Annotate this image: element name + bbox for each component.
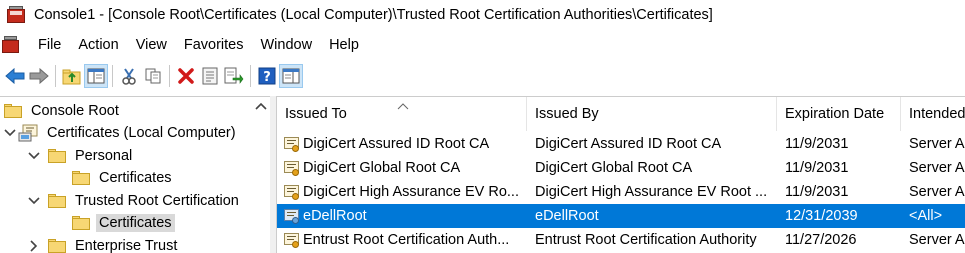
list-header: Issued To Issued By Expiration Date Inte… — [277, 97, 965, 131]
console-tree[interactable]: Console Root Certificates (Local Compute… — [0, 96, 270, 253]
column-expiration-date[interactable]: Expiration Date — [777, 97, 901, 131]
tree-item-label: Trusted Root Certification — [75, 193, 239, 209]
cell-expiration: 11/9/2031 — [785, 184, 849, 200]
cell-issued-by: eDellRoot — [535, 208, 599, 224]
column-label: Intended Purposes — [909, 106, 965, 122]
forward-arrow-icon[interactable] — [27, 64, 51, 88]
toolbar: ? — [0, 61, 965, 91]
certificate-icon — [283, 232, 301, 248]
menu-action[interactable]: Action — [70, 37, 127, 53]
chevron-right-icon[interactable] — [26, 238, 42, 253]
cell-purpose: <All> — [909, 208, 943, 224]
table-row[interactable]: DigiCert Global Root CA DigiCert Global … — [277, 156, 965, 180]
tree-item-trusted-root-certificates[interactable]: Certificates — [72, 212, 175, 234]
toolbar-separator — [112, 65, 113, 87]
certificate-list[interactable]: Issued To Issued By Expiration Date Inte… — [276, 96, 965, 253]
tree-item-personal[interactable]: Personal — [26, 145, 135, 167]
cell-purpose: Server Authentication — [909, 160, 965, 176]
column-intended-purposes[interactable]: Intended Purposes — [901, 97, 965, 131]
certificate-icon — [283, 208, 301, 224]
svg-text:?: ? — [263, 70, 271, 85]
cell-issued-to: DigiCert Global Root CA — [303, 160, 461, 176]
folder-icon — [4, 104, 22, 118]
tree-item-label: Personal — [75, 148, 133, 164]
table-row[interactable]: DigiCert Assured ID Root CA DigiCert Ass… — [277, 132, 965, 156]
folder-icon — [48, 239, 66, 253]
certificate-store-icon — [18, 124, 40, 142]
cell-issued-by: DigiCert Global Root CA — [535, 160, 693, 176]
back-arrow-icon[interactable] — [3, 64, 27, 88]
cell-expiration: 11/9/2031 — [785, 136, 849, 152]
cell-issued-to: DigiCert Assured ID Root CA — [303, 136, 490, 152]
export-list-icon[interactable] — [222, 64, 246, 88]
column-issued-to[interactable]: Issued To — [277, 97, 527, 131]
cell-purpose: Server Authentication — [909, 136, 965, 152]
toolbar-separator — [55, 65, 56, 87]
cut-icon[interactable] — [117, 64, 141, 88]
window-title: Console1 - [Console Root\Certificates (L… — [34, 7, 713, 23]
toolbar-separator — [169, 65, 170, 87]
cell-purpose: Server Authentication — [909, 232, 965, 248]
table-row[interactable]: DigiCert High Assurance EV Ro... DigiCer… — [277, 180, 965, 204]
cell-issued-by: Entrust Root Certification Authority — [535, 232, 757, 248]
menu-view[interactable]: View — [128, 37, 176, 53]
toolbar-separator — [250, 65, 251, 87]
folder-icon — [72, 171, 90, 185]
tree-item-label: Certificates (Local Computer) — [47, 125, 236, 141]
cell-expiration: 12/31/2039 — [785, 208, 858, 224]
folder-icon — [48, 149, 66, 163]
table-row-selected[interactable]: eDellRoot eDellRoot 12/31/2039 <All> — [277, 204, 965, 228]
tree-item-certificates-local-computer[interactable]: Certificates (Local Computer) — [2, 122, 239, 144]
properties-icon[interactable] — [198, 64, 222, 88]
menu-file[interactable]: File — [30, 37, 70, 53]
copy-icon[interactable] — [141, 64, 165, 88]
mmc-console-icon — [6, 6, 26, 24]
column-issued-by[interactable]: Issued By — [527, 97, 777, 131]
cell-expiration: 11/27/2026 — [785, 232, 857, 248]
cell-issued-to: Entrust Root Certification Auth... — [303, 232, 510, 248]
tree-scroll-up-button[interactable] — [252, 96, 269, 116]
menu-favorites[interactable]: Favorites — [176, 37, 253, 53]
tree-item-label: Certificates — [96, 214, 175, 232]
cell-purpose: Server Authentication — [909, 184, 965, 200]
folder-icon — [72, 216, 90, 230]
cell-issued-to: eDellRoot — [303, 208, 367, 224]
menu-window[interactable]: Window — [253, 37, 322, 53]
certificate-icon — [283, 136, 301, 152]
menu-help[interactable]: Help — [321, 37, 368, 53]
column-label: Issued To — [285, 106, 347, 122]
column-label: Issued By — [535, 106, 599, 122]
up-folder-icon[interactable] — [60, 64, 84, 88]
tree-item-personal-certificates[interactable]: Certificates — [72, 167, 175, 189]
tree-item-enterprise-trust[interactable]: Enterprise Trust — [26, 235, 180, 253]
console-menu-icon[interactable] — [2, 36, 20, 54]
tree-item-label: Console Root — [31, 103, 119, 119]
delete-icon[interactable] — [174, 64, 198, 88]
tree-item-console-root[interactable]: Console Root — [4, 100, 122, 122]
chevron-down-icon[interactable] — [26, 193, 42, 209]
cell-expiration: 11/9/2031 — [785, 160, 849, 176]
certificate-icon — [283, 184, 301, 200]
certificate-icon — [283, 160, 301, 176]
show-action-pane-icon[interactable] — [279, 64, 303, 88]
menu-bar: File Action View Favorites Window Help — [0, 32, 965, 58]
column-label: Expiration Date — [785, 106, 885, 122]
tree-item-label: Certificates — [99, 170, 172, 186]
tree-item-label: Enterprise Trust — [75, 238, 178, 253]
tree-item-trusted-root[interactable]: Trusted Root Certification — [26, 190, 242, 212]
title-bar: Console1 - [Console Root\Certificates (L… — [0, 0, 965, 30]
chevron-down-icon[interactable] — [2, 125, 18, 141]
chevron-down-icon[interactable] — [26, 148, 42, 164]
cell-issued-by: DigiCert High Assurance EV Root ... — [535, 184, 768, 200]
sort-ascending-icon — [397, 98, 409, 114]
folder-icon — [48, 194, 66, 208]
cell-issued-to: DigiCert High Assurance EV Ro... — [303, 184, 519, 200]
table-row[interactable]: Entrust Root Certification Auth... Entru… — [277, 228, 965, 252]
show-hide-tree-icon[interactable] — [84, 64, 108, 88]
help-icon[interactable]: ? — [255, 64, 279, 88]
cell-issued-by: DigiCert Assured ID Root CA — [535, 136, 722, 152]
